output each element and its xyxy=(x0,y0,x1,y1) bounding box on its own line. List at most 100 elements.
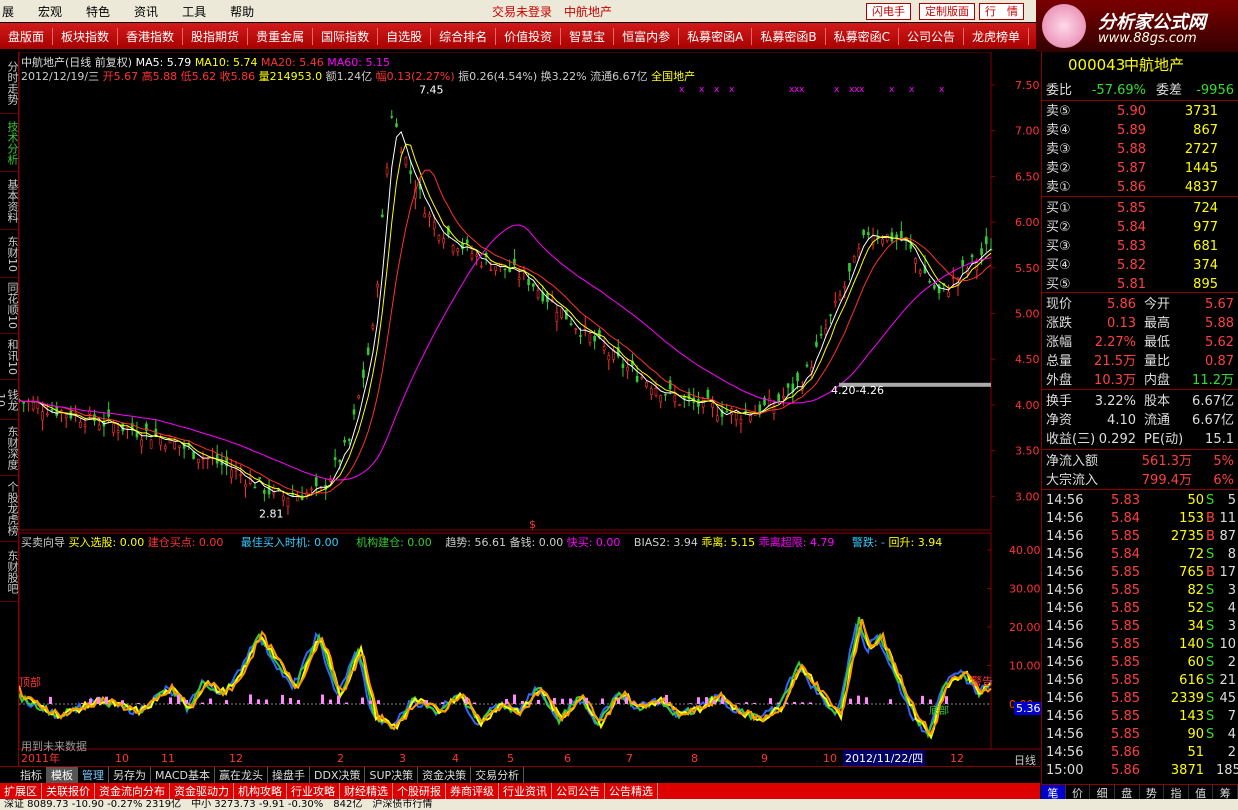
indicator-tab[interactable]: 资金决策 xyxy=(418,767,472,783)
nav-item[interactable]: 智慧宝 xyxy=(561,27,615,45)
tick-price: 5.85 xyxy=(1111,655,1140,670)
info-tab[interactable]: 扩展区 xyxy=(0,783,42,799)
candle-body xyxy=(668,380,672,390)
left-tab[interactable]: 和讯10 xyxy=(0,334,19,380)
candle-body xyxy=(947,291,950,297)
quote-tab[interactable]: 细 xyxy=(1090,785,1115,800)
left-tab[interactable]: 分时走势 xyxy=(0,52,19,114)
quote-tab[interactable]: 势 xyxy=(1140,785,1165,800)
tick-count: 87 xyxy=(1219,529,1236,544)
quote-tab[interactable]: 价 xyxy=(1066,785,1091,800)
signal-marker: x xyxy=(714,85,720,95)
tick-volume: 82 xyxy=(1187,583,1204,598)
tick-row: 14:56 5.85 616 S 21 xyxy=(1046,672,1236,690)
nav-item[interactable]: 香港指数 xyxy=(118,27,184,45)
indicator-tab[interactable]: 赢在龙头 xyxy=(215,767,268,783)
nav-item[interactable]: 龙虎榜单 xyxy=(964,27,1030,45)
info-tab[interactable]: 公告精选 xyxy=(605,783,658,799)
nav-item[interactable]: 恒富内参 xyxy=(614,27,680,45)
nav-item[interactable]: 综合排名 xyxy=(431,27,497,45)
left-tab[interactable]: 东财深度 xyxy=(0,420,19,476)
quote-tab[interactable]: 笔 xyxy=(1041,785,1066,800)
indicator-tab[interactable]: SUP决策 xyxy=(365,767,419,783)
left-tab[interactable]: 技术分析 xyxy=(0,114,19,172)
quote-tab[interactable]: 盘 xyxy=(1115,785,1140,800)
indicator-tab[interactable]: 管理 xyxy=(78,767,109,783)
indicator-tab[interactable]: 指标 xyxy=(0,767,47,783)
indicator-bar xyxy=(793,701,796,704)
tick-side: B xyxy=(1206,511,1215,526)
tick-volume: 60 xyxy=(1187,655,1204,670)
candle-body xyxy=(381,214,384,218)
high-value: 高5.88 xyxy=(141,70,178,83)
info-tab[interactable]: 公司公告 xyxy=(552,783,605,799)
info-tab[interactable]: 行业资讯 xyxy=(499,783,552,799)
candle-body xyxy=(961,260,964,267)
indicator-bar xyxy=(537,699,540,704)
quote-tab[interactable]: 值 xyxy=(1189,785,1214,800)
time-tick-label: 4 xyxy=(452,752,459,765)
candle-body xyxy=(786,383,790,388)
menu-item[interactable]: 宏观 xyxy=(26,3,74,20)
menu-item[interactable]: 工具 xyxy=(170,3,218,20)
left-tab[interactable]: 东财10 xyxy=(0,230,19,278)
tick-side: S xyxy=(1206,601,1215,616)
flash-trade-button[interactable]: 闪电手 xyxy=(866,3,911,20)
nav-item[interactable]: 价值投资 xyxy=(496,27,562,45)
candle-body xyxy=(777,393,780,403)
info-tab[interactable]: 行业攻略 xyxy=(287,783,340,799)
indicator-tab[interactable]: DDX决策 xyxy=(310,767,366,783)
left-tab[interactable]: 基本资料 xyxy=(0,172,19,230)
indicator-tab[interactable]: 操盘手 xyxy=(268,767,310,783)
tick-side: S xyxy=(1206,493,1215,508)
tick-time: 15:00 xyxy=(1046,763,1084,778)
flow-label: 净流入额 xyxy=(1046,454,1099,469)
menu-item[interactable]: 展 xyxy=(0,3,26,20)
indicator-tick-label: 40.00 xyxy=(1009,544,1040,557)
left-tab[interactable]: 东财股吧 xyxy=(0,542,19,602)
quote-tab[interactable]: 指 xyxy=(1164,785,1189,800)
time-tick-label: 10 xyxy=(115,752,129,765)
info-tab[interactable]: 资金流向分布 xyxy=(95,783,170,799)
nav-item[interactable]: 板块指数 xyxy=(53,27,119,45)
candle-body xyxy=(352,409,356,415)
nav-item[interactable]: 国际指数 xyxy=(313,27,379,45)
ask-label: 卖③ xyxy=(1046,142,1071,157)
nav-item[interactable]: 期货龙虎 xyxy=(1029,28,1036,45)
candle-body xyxy=(475,254,478,257)
indicator-tab[interactable]: 另存为 xyxy=(109,767,151,783)
indicator-tab[interactable]: MACD基本 xyxy=(151,767,215,783)
kline-chart[interactable]: 7.50 7.00 6.50 6.00 5.50 5.00 4.50 4.00 3.50 3.00… xyxy=(19,52,1043,781)
nav-item[interactable]: 自选股 xyxy=(378,27,432,45)
menu-item[interactable]: 帮助 xyxy=(218,3,266,20)
candle-body xyxy=(716,415,719,422)
nav-item[interactable]: 公司公告 xyxy=(899,27,965,45)
nav-item[interactable]: 盘版面 xyxy=(0,27,54,45)
menu-item[interactable]: 资讯 xyxy=(122,3,170,20)
info-tab[interactable]: 券商评级 xyxy=(446,783,499,799)
nav-item[interactable]: 私募密函B xyxy=(752,27,826,45)
info-tab[interactable]: 机构攻略 xyxy=(234,783,287,799)
quote-button[interactable]: 行 情 xyxy=(979,3,1024,20)
left-tab[interactable]: 同花顺10 xyxy=(0,278,19,334)
status-bar: 深证 8089.73 -10.90 -0.27% 2319亿 中小 3273.7… xyxy=(0,799,1238,810)
info-tab[interactable]: 财经精选 xyxy=(340,783,393,799)
custom-layout-button[interactable]: 定制版面 xyxy=(919,3,975,20)
tick-count: 2 xyxy=(1227,745,1236,760)
info-tab[interactable]: 个股研报 xyxy=(393,783,446,799)
nav-item[interactable]: 贵重金属 xyxy=(248,27,314,45)
quote-tab[interactable]: 筹 xyxy=(1213,785,1238,800)
candle-body xyxy=(286,497,290,508)
indicator-tab[interactable]: 交易分析 xyxy=(471,767,525,783)
left-tab[interactable]: 个股龙虎榜 xyxy=(0,476,19,542)
stat-value: 6.67亿 xyxy=(1192,394,1234,409)
nav-item[interactable]: 私募密函C xyxy=(826,27,900,45)
menu-item[interactable]: 特色 xyxy=(74,3,122,20)
stat-value: 0.292 xyxy=(1098,432,1136,447)
info-tab[interactable]: 资金驱动力 xyxy=(170,783,234,799)
indicator-tab[interactable]: 模板 xyxy=(47,767,78,783)
nav-item[interactable]: 私募密函A xyxy=(679,27,753,45)
info-tab[interactable]: 关联报价 xyxy=(42,783,95,799)
left-tab[interactable]: 钱龙10 xyxy=(0,380,19,420)
nav-item[interactable]: 股指期货 xyxy=(183,27,249,45)
